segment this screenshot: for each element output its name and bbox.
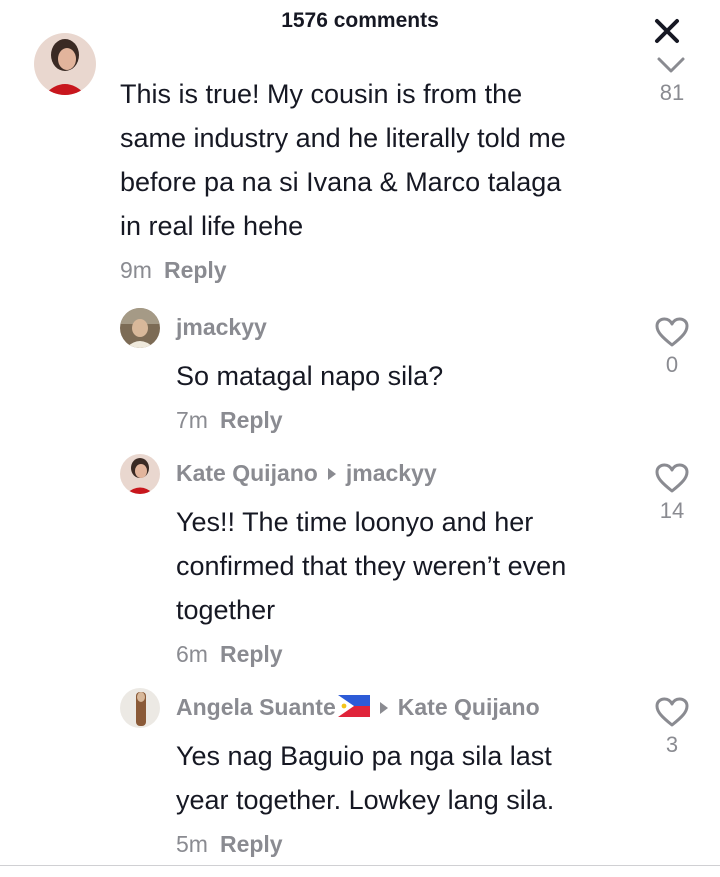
comments-header: 1576 comments (0, 0, 720, 50)
comment-line: before pa na si Ivana & Marco talaga (120, 167, 562, 197)
reply-arrow-icon (379, 701, 388, 714)
avatar[interactable] (120, 454, 160, 494)
divider (0, 865, 720, 866)
reply-button[interactable]: Reply (220, 407, 283, 433)
reply-to-username[interactable]: Kate Quijano (398, 694, 540, 720)
avatar[interactable] (34, 33, 96, 95)
heart-outline-icon[interactable] (654, 462, 690, 494)
comment-line: in real life hehe (120, 211, 304, 241)
like-count: 81 (659, 80, 685, 105)
chevron-down-icon[interactable] (656, 56, 686, 76)
comment-line: year together. Lowkey lang sila. (176, 785, 555, 815)
reply-button[interactable]: Reply (220, 641, 283, 667)
comment-meta: 5m Reply (176, 831, 283, 858)
reply-username: Kate Quijano jmackyy (176, 460, 437, 487)
comment-line: same industry and he literally told me (120, 123, 566, 153)
comment-time: 9m (120, 257, 152, 283)
comment-time: 7m (176, 407, 208, 433)
reply-to-username[interactable]: jmackyy (346, 460, 437, 486)
reply-button[interactable]: Reply (164, 257, 227, 283)
like-count: 0 (665, 352, 679, 377)
comment-line: Yes nag Baguio pa nga sila last (176, 741, 552, 771)
comment-line: This is true! My cousin is from the (120, 79, 523, 109)
comment-line: together (176, 595, 276, 625)
comment-meta: 7m Reply (176, 407, 283, 434)
comment-line: So matagal napo sila? (176, 361, 444, 391)
username[interactable]: Angela Suante (176, 694, 336, 720)
avatar[interactable] (120, 688, 160, 728)
comment-time: 5m (176, 831, 208, 857)
reply-username: Angela Suante Kate Quijano (176, 694, 540, 721)
comment-meta: 6m Reply (176, 641, 283, 668)
like-count: 3 (665, 732, 679, 757)
like-count: 14 (659, 498, 685, 523)
comment-meta: 9m Reply (120, 257, 227, 284)
close-button[interactable] (652, 16, 684, 48)
comment-count-title: 1576 comments (281, 9, 439, 32)
username[interactable]: Kate Quijano (176, 460, 318, 486)
username[interactable]: jmackyy (176, 314, 267, 340)
avatar[interactable] (120, 308, 160, 348)
reply-arrow-icon (327, 467, 336, 480)
comment-line: confirmed that they weren’t even (176, 551, 567, 581)
reply-button[interactable]: Reply (220, 831, 283, 857)
reply-username[interactable]: jmackyy (176, 314, 267, 341)
comment-time: 6m (176, 641, 208, 667)
heart-outline-icon[interactable] (654, 316, 690, 348)
philippines-flag-icon (337, 695, 370, 717)
heart-outline-icon[interactable] (654, 696, 690, 728)
comment-line: Yes!! The time loonyo and her (176, 507, 534, 537)
close-icon (655, 19, 679, 43)
